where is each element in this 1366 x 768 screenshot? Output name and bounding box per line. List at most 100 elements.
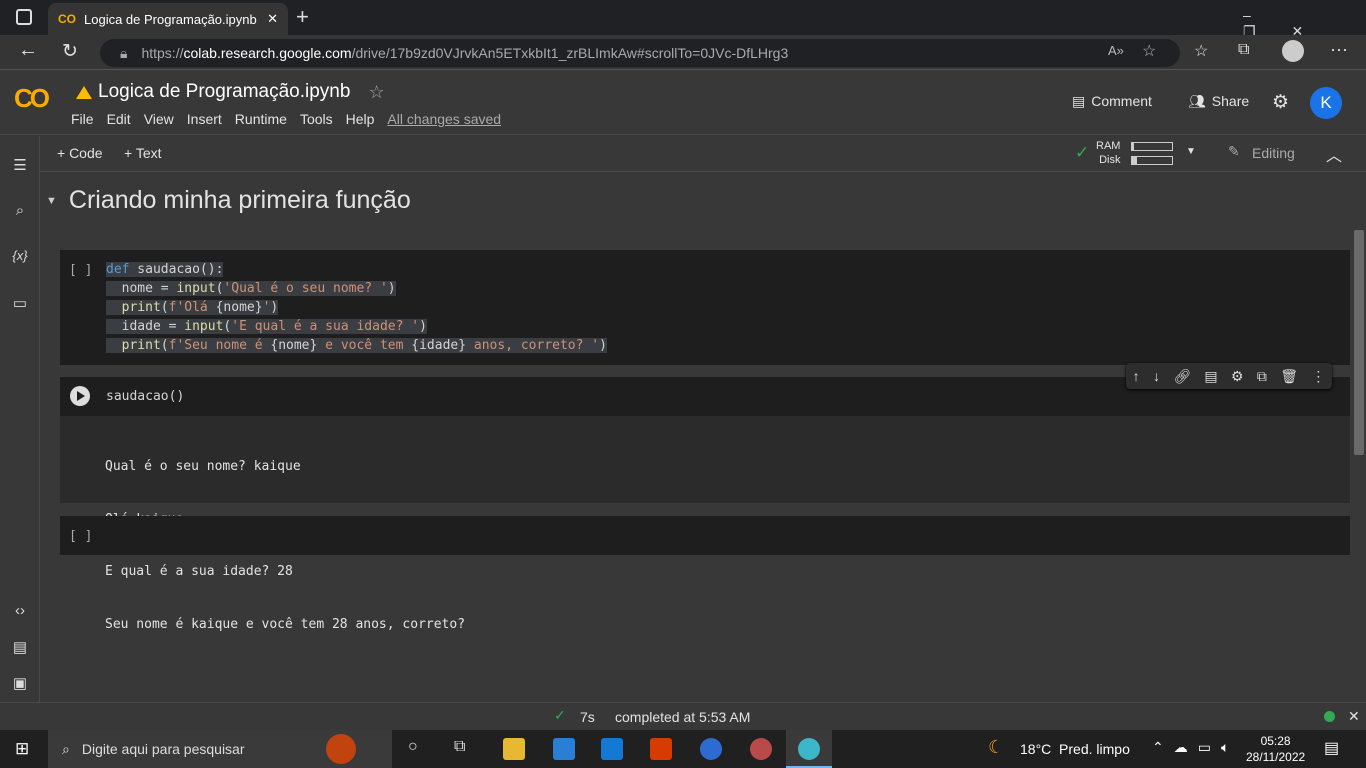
menu-runtime[interactable]: Runtime (235, 111, 287, 127)
outlook-icon[interactable] (700, 738, 722, 760)
more-icon[interactable]: ··· (1330, 39, 1348, 60)
notebook-title[interactable]: Logica de Programação.ipynb (98, 81, 350, 103)
delete-icon[interactable]: 🗑︎ (1280, 368, 1298, 385)
status-bar: ✓ 7s completed at 5:53 AM ✕ (0, 702, 1366, 730)
code-cell-1[interactable]: [ ] def saudacao(): nome = input('Qual é… (60, 250, 1350, 365)
avatar[interactable]: K (1310, 87, 1342, 119)
cell-prompt[interactable]: [ ] (69, 527, 92, 546)
collapse-header-icon[interactable]: ︿ (1326, 142, 1342, 166)
collections-icon[interactable]: ⧉ (1238, 41, 1249, 59)
microsoft-store-icon[interactable] (553, 738, 575, 760)
menu-insert[interactable]: Insert (187, 111, 222, 127)
weather-icon[interactable]: ☾ (988, 737, 1004, 758)
files-folder-icon[interactable]: ▭ (10, 294, 30, 312)
variables-icon[interactable]: {x} (10, 248, 30, 263)
read-aloud-icon[interactable]: A» (1108, 43, 1124, 58)
mirror-cell-icon[interactable]: ⧉ (1257, 368, 1267, 385)
disk-usage-bar (1131, 156, 1173, 165)
browser-tab-bar: CO Logica de Programação.ipynb - C ✕ + –… (0, 0, 1366, 39)
add-code-button[interactable]: + Code (57, 145, 103, 161)
windows-start-icon[interactable]: ⊞ (15, 739, 29, 759)
taskbar-search-input[interactable]: ⌕ Digite aqui para pesquisar (48, 730, 392, 768)
code-editor[interactable]: saudacao() (106, 387, 184, 406)
search-highlight-icon (326, 734, 356, 764)
new-tab-button[interactable]: + (296, 4, 309, 30)
menu-help[interactable]: Help (346, 111, 375, 127)
resources-indicator[interactable]: RAM Disk (1096, 139, 1120, 167)
menu-edit[interactable]: Edit (107, 111, 131, 127)
link-icon[interactable]: 🔗︎ (1173, 368, 1191, 385)
code-editor[interactable]: def saudacao(): nome = input('Qual é o s… (106, 260, 607, 355)
execution-time[interactable]: 7s (580, 709, 595, 725)
google-drive-icon[interactable] (76, 85, 92, 99)
clock[interactable]: 05:28 28/11/2022 (1246, 733, 1305, 765)
weather-text[interactable]: 18°C Pred. limpo (1020, 741, 1130, 757)
more-vert-icon[interactable]: ⋮ (1311, 368, 1325, 385)
move-up-icon[interactable]: ↑ (1133, 368, 1140, 384)
selected-code: idade = input('E qual é a sua idade? ') (106, 319, 427, 334)
selected-code: print(f'Olá {nome}') (106, 300, 279, 315)
menu-file[interactable]: File (71, 111, 94, 127)
play-icon (77, 391, 85, 401)
search-icon[interactable]: ⌕ (10, 202, 30, 219)
edge-taskbar-button[interactable] (786, 730, 832, 768)
add-text-button[interactable]: + Text (124, 145, 162, 161)
url-input[interactable]: 🔒︎ https://colab.research.google.com/dri… (100, 39, 1180, 67)
run-cell-button[interactable] (70, 386, 90, 406)
menu-tools[interactable]: Tools (300, 111, 333, 127)
comment-label: Comment (1091, 93, 1152, 109)
reload-icon[interactable]: ↻ (62, 40, 78, 63)
favorites-icon[interactable]: ☆ (1194, 41, 1208, 61)
code-token: ) (419, 319, 427, 334)
save-status-link[interactable]: All changes saved (387, 111, 501, 127)
share-button[interactable]: 👥︎ Share (1188, 93, 1249, 110)
settings-gear-icon[interactable]: ⚙ (1272, 91, 1289, 114)
table-of-contents-icon[interactable]: ☰ (10, 156, 30, 174)
code-token: f'Seu nome é (168, 338, 271, 353)
cell-prompt[interactable]: [ ] (69, 261, 92, 280)
back-icon[interactable]: ← (18, 39, 38, 62)
code-token: print (121, 300, 161, 315)
profile-icon[interactable] (1282, 40, 1304, 62)
close-status-icon[interactable]: ✕ (1348, 708, 1360, 725)
system-tray-icons[interactable]: ⌃☁▭🔈︎ (1152, 739, 1239, 756)
code-cell-2[interactable]: saudacao() ↑ ↓ 🔗︎ ▤ ⚙ ⧉ 🗑︎ ⋮ Qual é o seu nome?… (60, 363, 1350, 632)
selected-code: nome = input('Qual é o seu nome? ') (106, 281, 396, 296)
notifications-icon[interactable]: ▤ (1324, 738, 1339, 758)
scrollbar[interactable] (1354, 230, 1364, 455)
execution-status[interactable]: completed at 5:53 AM (615, 709, 750, 725)
runtime-dropdown-icon[interactable]: ▼ (1186, 146, 1196, 157)
selected-code: def saudacao(): (106, 262, 224, 277)
favorite-icon[interactable]: ☆ (1142, 41, 1156, 61)
search-icon: ⌕ (62, 740, 70, 757)
code-line: def saudacao(): (106, 260, 607, 279)
code-line: print(f'Seu nome é {nome} e você tem {id… (106, 336, 607, 355)
browser-tab[interactable]: CO Logica de Programação.ipynb - C ✕ (48, 3, 288, 35)
close-tab-icon[interactable]: ✕ (267, 11, 278, 27)
code-token: ) (270, 300, 279, 315)
file-explorer-icon[interactable] (503, 738, 525, 760)
app-icon[interactable] (750, 738, 772, 760)
task-view-icon[interactable]: ⧉ (454, 738, 465, 756)
ram-usage-bar (1131, 142, 1173, 151)
star-icon[interactable]: ☆ (368, 82, 384, 103)
collapse-section-icon[interactable]: ▼ (46, 195, 57, 207)
colab-favicon-icon: CO (58, 12, 76, 26)
comment-icon[interactable]: ▤ (1204, 368, 1217, 385)
cortana-icon[interactable]: ○ (408, 738, 418, 756)
mail-icon[interactable] (601, 738, 623, 760)
code-token: {nome} (270, 338, 318, 353)
code-cell-3[interactable]: [ ] (60, 516, 1350, 555)
office-icon[interactable] (650, 738, 672, 760)
colab-logo[interactable]: CO (14, 83, 50, 114)
move-down-icon[interactable]: ↓ (1153, 368, 1160, 384)
menu-view[interactable]: View (144, 111, 174, 127)
notebook-toolbar: + Code + Text ✓ RAM Disk ▼ ✎ Editing ︿ (40, 136, 1366, 172)
tab-actions-icon[interactable] (16, 9, 32, 25)
terminal-icon[interactable]: ▣ (10, 674, 30, 692)
comment-button[interactable]: ▤ Comment (1072, 93, 1152, 110)
settings-gear-icon[interactable]: ⚙ (1231, 368, 1244, 385)
code-snippets-icon[interactable]: ‹› (10, 602, 30, 619)
editing-mode-button[interactable]: Editing (1252, 145, 1295, 161)
command-palette-icon[interactable]: ▤ (10, 638, 30, 656)
